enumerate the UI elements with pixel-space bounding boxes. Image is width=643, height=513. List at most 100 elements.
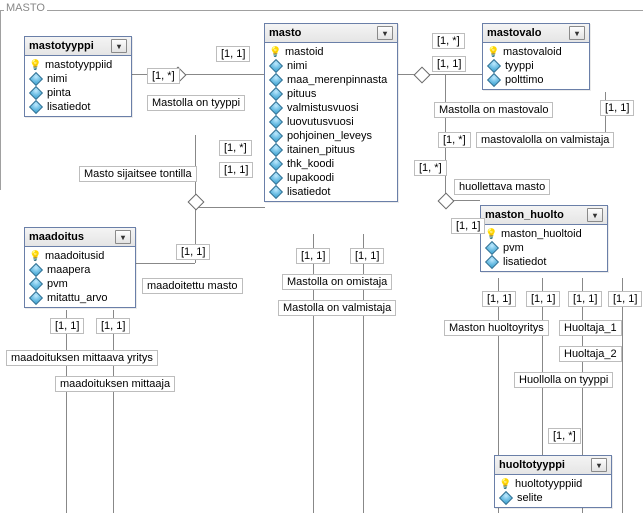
attr-name: mastotyyppiid (45, 59, 112, 71)
entity-header[interactable]: maston_huolto ▾ (481, 206, 607, 225)
entity-attrs: 💡maston_huoltoid pvm lisatiedot (481, 225, 607, 271)
attr-name: itainen_pituus (287, 144, 355, 156)
attr-row: pvm (481, 241, 607, 255)
attr-row: pohjoinen_leveys (265, 129, 397, 143)
attr-name: pinta (47, 87, 71, 99)
cardinality: [1, *] (147, 68, 180, 84)
field-icon (487, 59, 501, 73)
attr-name: luovutusvuosi (287, 116, 354, 128)
attr-row: 💡mastoid (265, 45, 397, 59)
attr-name: valmistusvuosi (287, 102, 359, 114)
chevron-down-icon[interactable]: ▾ (111, 39, 127, 53)
line (397, 74, 482, 75)
cardinality: [1, 1] (451, 218, 485, 234)
chevron-down-icon[interactable]: ▾ (587, 208, 603, 222)
cardinality: [1, 1] (600, 100, 634, 116)
entity-maadoitus[interactable]: maadoitus ▾ 💡maadoitusid maapera pvm mit… (24, 227, 136, 308)
entity-header[interactable]: mastovalo ▾ (483, 24, 589, 43)
attr-row: tyyppi (483, 59, 589, 73)
relation-label: Mastolla on tyyppi (147, 95, 245, 111)
cardinality: [1, 1] (568, 291, 602, 307)
attr-name: maapera (47, 264, 90, 276)
entity-huoltotyyppi[interactable]: huoltotyyppi ▾ 💡huoltotyyppiid selite (494, 455, 612, 508)
attr-name: maston_huoltoid (501, 228, 582, 240)
attr-row: valmistusvuosi (265, 101, 397, 115)
attr-name: huoltotyyppiid (515, 478, 582, 490)
attr-row: maapera (25, 263, 135, 277)
cardinality: [1, *] (548, 428, 581, 444)
relation-label: maadoituksen mittaava yritys (6, 350, 158, 366)
er-diagram-canvas: MASTO mastotyyppi ▾ 💡mastotyyppiid nimi … (0, 0, 643, 513)
entity-header[interactable]: maadoitus ▾ (25, 228, 135, 247)
cardinality: [1, 1] (432, 56, 466, 72)
attr-row: 💡mastovaloid (483, 45, 589, 59)
entity-title: maston_huolto (485, 209, 564, 221)
entity-title: maadoitus (29, 231, 84, 243)
relation-label: Masto sijaitsee tontilla (79, 166, 197, 182)
relation-label: maadoitettu masto (142, 278, 243, 294)
entity-title: huoltotyyppi (499, 459, 565, 471)
attr-row: itainen_pituus (265, 143, 397, 157)
attr-row: thk_koodi (265, 157, 397, 171)
attr-row: maa_merenpinnasta (265, 73, 397, 87)
field-icon (269, 73, 283, 87)
key-icon: 💡 (29, 60, 41, 71)
attr-name: pvm (47, 278, 68, 290)
line (622, 278, 623, 513)
attr-name: mastoid (285, 46, 324, 58)
attr-row: 💡maston_huoltoid (481, 227, 607, 241)
attr-row: pinta (25, 86, 131, 100)
chevron-down-icon[interactable]: ▾ (115, 230, 131, 244)
line (66, 310, 67, 513)
chevron-down-icon[interactable]: ▾ (377, 26, 393, 40)
cardinality: [1, 1] (176, 244, 210, 260)
relation-label: maadoituksen mittaaja (55, 376, 175, 392)
relation-label: Mastolla on mastovalo (434, 102, 553, 118)
cardinality: [1, *] (438, 132, 471, 148)
entity-title: mastovalo (487, 27, 541, 39)
field-icon (29, 291, 43, 305)
entity-header[interactable]: huoltotyyppi ▾ (495, 456, 611, 475)
cardinality: [1, *] (432, 33, 465, 49)
field-icon (269, 171, 283, 185)
relation-label: Huollolla on tyyppi (514, 372, 613, 388)
attr-row: lisatiedot (265, 185, 397, 199)
field-icon (269, 129, 283, 143)
relation-label: Huoltaja_2 (559, 346, 622, 362)
cardinality: [1, 1] (350, 248, 384, 264)
attr-name: mitattu_arvo (47, 292, 108, 304)
cardinality: [1, 1] (482, 291, 516, 307)
attr-row: 💡maadoitusid (25, 249, 135, 263)
attr-name: pvm (503, 242, 524, 254)
field-icon (269, 143, 283, 157)
field-icon (29, 263, 43, 277)
entity-title: mastotyyppi (29, 40, 94, 52)
cardinality: [1, 1] (296, 248, 330, 264)
attr-name: lupakoodi (287, 172, 334, 184)
relation-label: Maston huoltoyritys (444, 320, 549, 336)
chevron-down-icon[interactable]: ▾ (569, 26, 585, 40)
cardinality: [1, *] (414, 160, 447, 176)
entity-header[interactable]: mastotyyppi ▾ (25, 37, 131, 56)
entity-header[interactable]: masto ▾ (265, 24, 397, 43)
field-icon (499, 491, 513, 505)
entity-mastotyyppi[interactable]: mastotyyppi ▾ 💡mastotyyppiid nimi pinta … (24, 36, 132, 117)
attr-row: pituus (265, 87, 397, 101)
attr-name: selite (517, 492, 543, 504)
key-icon: 💡 (29, 251, 41, 262)
attr-row: nimi (25, 72, 131, 86)
section-title: MASTO (4, 2, 47, 14)
cardinality: [1, 1] (96, 318, 130, 334)
entity-mastovalo[interactable]: mastovalo ▾ 💡mastovaloid tyyppi polttimo (482, 23, 590, 90)
line (113, 310, 114, 513)
attr-name: tyyppi (505, 60, 534, 72)
attr-row: polttimo (483, 73, 589, 87)
field-icon (485, 255, 499, 269)
chevron-down-icon[interactable]: ▾ (591, 458, 607, 472)
entity-maston-huolto[interactable]: maston_huolto ▾ 💡maston_huoltoid pvm lis… (480, 205, 608, 272)
cardinality: [1, 1] (50, 318, 84, 334)
attr-row: 💡 mastotyyppiid (25, 58, 131, 72)
entity-masto[interactable]: masto ▾ 💡mastoid nimi maa_merenpinnasta … (264, 23, 398, 202)
entity-attrs: 💡maadoitusid maapera pvm mitattu_arvo (25, 247, 135, 307)
attr-row: selite (495, 491, 611, 505)
